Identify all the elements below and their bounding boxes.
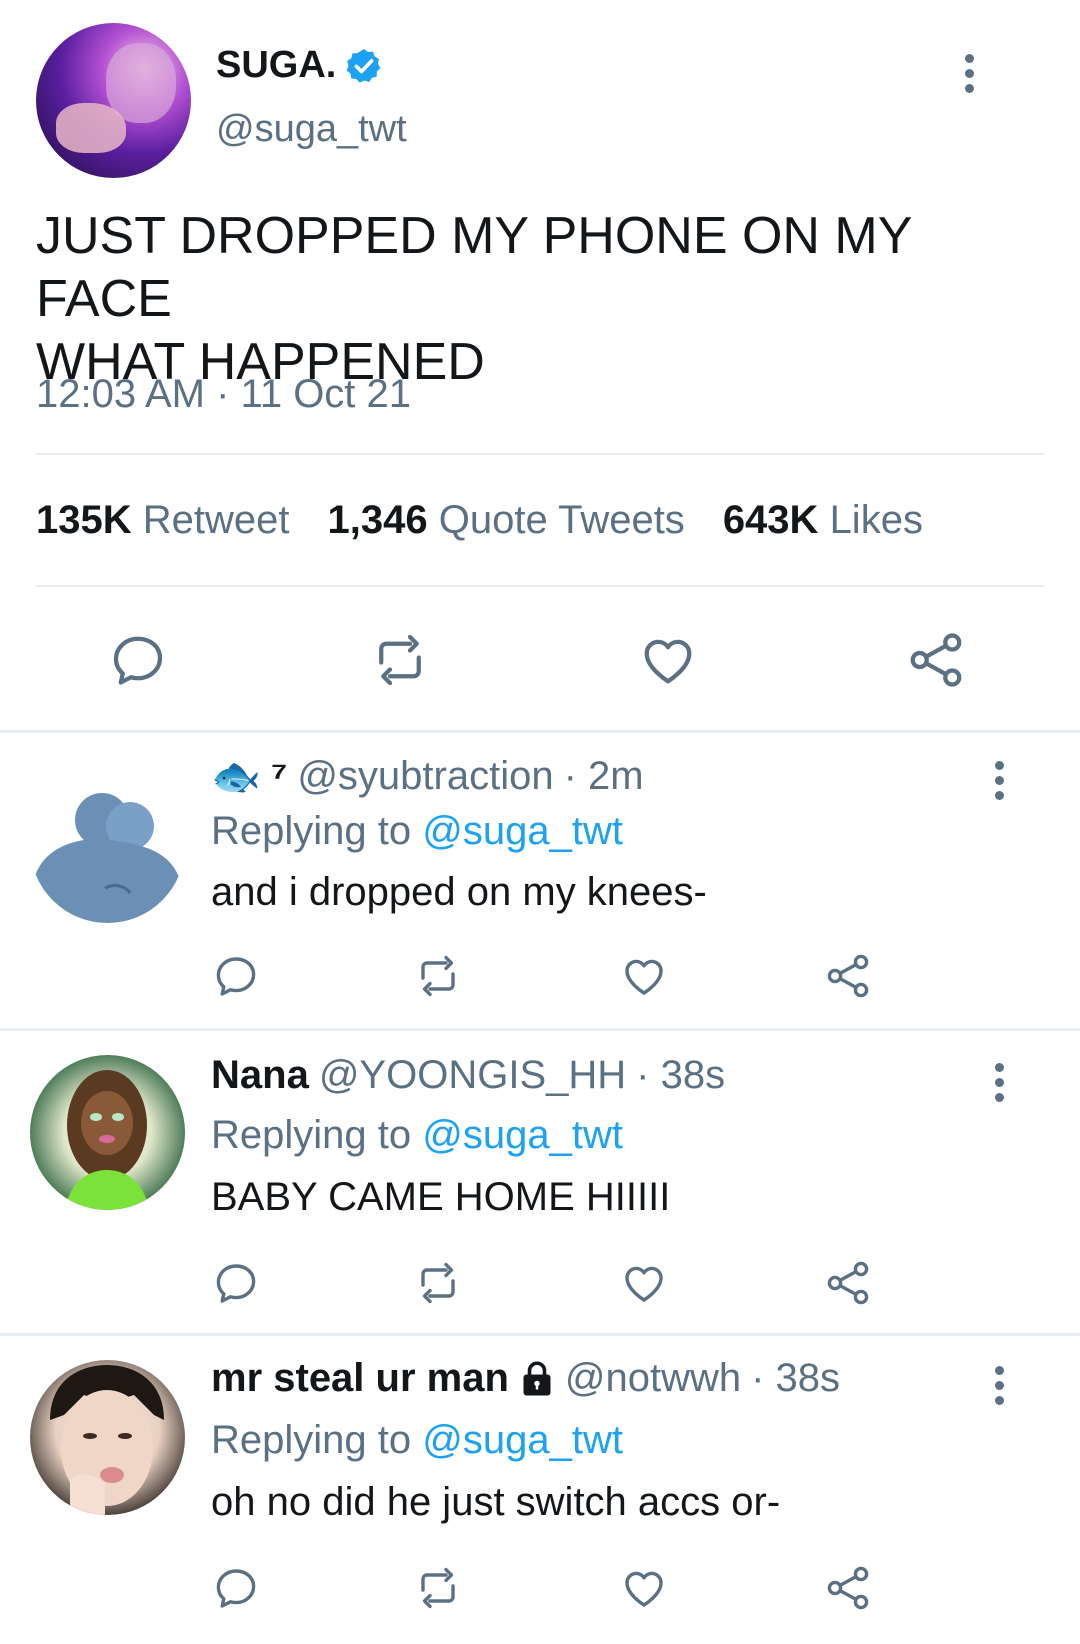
reply-handle[interactable]: @notwwh xyxy=(565,1356,741,1401)
avatar[interactable] xyxy=(30,1055,185,1210)
quotes-stat[interactable]: 1,346 Quote Tweets xyxy=(328,498,685,543)
avatar-photo xyxy=(65,1070,149,1210)
reply-handle[interactable]: @syubtraction xyxy=(297,754,553,799)
retweets-count: 135K xyxy=(36,498,132,542)
tweet-stats: 135K Retweet 1,346 Quote Tweets 643K Lik… xyxy=(36,498,923,543)
like-icon[interactable] xyxy=(620,1259,668,1307)
reply-text: BABY CAME HOME HIIIII xyxy=(211,1175,671,1219)
reply-icon[interactable] xyxy=(212,952,260,1000)
retweets-label: Retweet xyxy=(142,498,290,542)
replying-mention[interactable]: @suga_twt xyxy=(422,1113,623,1157)
replying-to: Replying to @suga_twt xyxy=(211,1113,623,1158)
replying-prefix: Replying to xyxy=(211,809,412,853)
main-tweet: SUGA. @suga_twt JUST DROPPED MY PHONE ON… xyxy=(0,0,1080,731)
divider xyxy=(36,585,1044,587)
more-options-icon[interactable] xyxy=(992,759,1006,803)
avatar-photo xyxy=(56,103,126,153)
reply-time: · 38s xyxy=(636,1053,726,1097)
avatar[interactable] xyxy=(30,1360,185,1515)
reply-icon[interactable] xyxy=(212,1564,260,1612)
share-icon[interactable] xyxy=(824,1564,872,1612)
tweet-text-line: JUST DROPPED MY PHONE ON MY FACE xyxy=(36,207,912,328)
reply-text: and i dropped on my knees- xyxy=(211,870,707,914)
likes-label: Likes xyxy=(829,498,923,542)
replying-mention[interactable]: @suga_twt xyxy=(422,809,623,853)
replying-to: Replying to @suga_twt xyxy=(211,1418,623,1463)
like-icon[interactable] xyxy=(620,952,668,1000)
avatar[interactable] xyxy=(30,768,185,923)
reply-icon[interactable] xyxy=(108,630,168,690)
retweet-icon[interactable] xyxy=(414,1564,462,1612)
quotes-count: 1,346 xyxy=(327,498,428,542)
reply-time: · 2m xyxy=(563,754,644,798)
likes-stat[interactable]: 643K Likes xyxy=(723,498,923,543)
verified-badge-icon xyxy=(347,48,381,83)
share-icon[interactable] xyxy=(824,1259,872,1307)
lock-icon xyxy=(523,1361,551,1395)
divider xyxy=(36,453,1044,455)
replying-mention[interactable]: @suga_twt xyxy=(422,1418,623,1462)
replying-to: Replying to @suga_twt xyxy=(211,809,623,854)
retweet-icon[interactable] xyxy=(414,1259,462,1307)
tweet-text: JUST DROPPED MY PHONE ON MY FACE WHAT HA… xyxy=(36,205,1046,394)
display-name[interactable]: SUGA. xyxy=(216,44,384,87)
share-icon[interactable] xyxy=(906,630,966,690)
avatar[interactable] xyxy=(36,23,191,178)
replying-prefix: Replying to xyxy=(211,1113,412,1157)
display-name-text: SUGA. xyxy=(216,44,337,86)
reply-display-name[interactable]: Nana xyxy=(211,1053,309,1098)
more-options-icon[interactable] xyxy=(962,52,976,96)
reply-text: oh no did he just switch accs or- xyxy=(211,1480,781,1524)
reply-icon[interactable] xyxy=(212,1259,260,1307)
reply-tweet[interactable]: Nana @YOONGIS_HH · 38s Replying to @suga… xyxy=(0,1031,1080,1333)
more-options-icon[interactable] xyxy=(992,1061,1006,1105)
retweets-stat[interactable]: 135K Retweet xyxy=(36,498,290,543)
like-icon[interactable] xyxy=(638,630,698,690)
likes-count: 643K xyxy=(722,498,819,542)
reply-display-name[interactable]: ⁷ xyxy=(271,754,288,799)
reply-tweet[interactable]: mr steal ur man @notwwh · 38s Replying t… xyxy=(0,1336,1080,1644)
retweet-icon[interactable] xyxy=(370,630,430,690)
share-icon[interactable] xyxy=(824,952,872,1000)
reply-header: mr steal ur man @notwwh · 38s xyxy=(211,1356,840,1401)
avatar-photo xyxy=(50,1365,164,1515)
quotes-label: Quote Tweets xyxy=(438,498,685,542)
reply-header: 🐟 ⁷ @syubtraction · 2m xyxy=(211,753,644,800)
reply-display-name[interactable]: mr steal ur man xyxy=(211,1356,509,1401)
like-icon[interactable] xyxy=(620,1564,668,1612)
more-options-icon[interactable] xyxy=(992,1364,1006,1408)
retweet-icon[interactable] xyxy=(414,952,462,1000)
reply-header: Nana @YOONGIS_HH · 38s xyxy=(211,1053,725,1098)
default-avatar-icon xyxy=(35,793,180,923)
reply-tweet[interactable]: 🐟 ⁷ @syubtraction · 2m Replying to @suga… xyxy=(0,733,1080,1028)
replying-prefix: Replying to xyxy=(211,1418,412,1462)
timestamp[interactable]: 12:03 AM · 11 Oct 21 xyxy=(36,372,411,417)
reply-time: · 38s xyxy=(751,1356,841,1400)
reply-handle[interactable]: @YOONGIS_HH xyxy=(319,1053,626,1098)
handle[interactable]: @suga_twt xyxy=(216,108,407,151)
fish-emoji-icon: 🐟 xyxy=(211,755,261,799)
